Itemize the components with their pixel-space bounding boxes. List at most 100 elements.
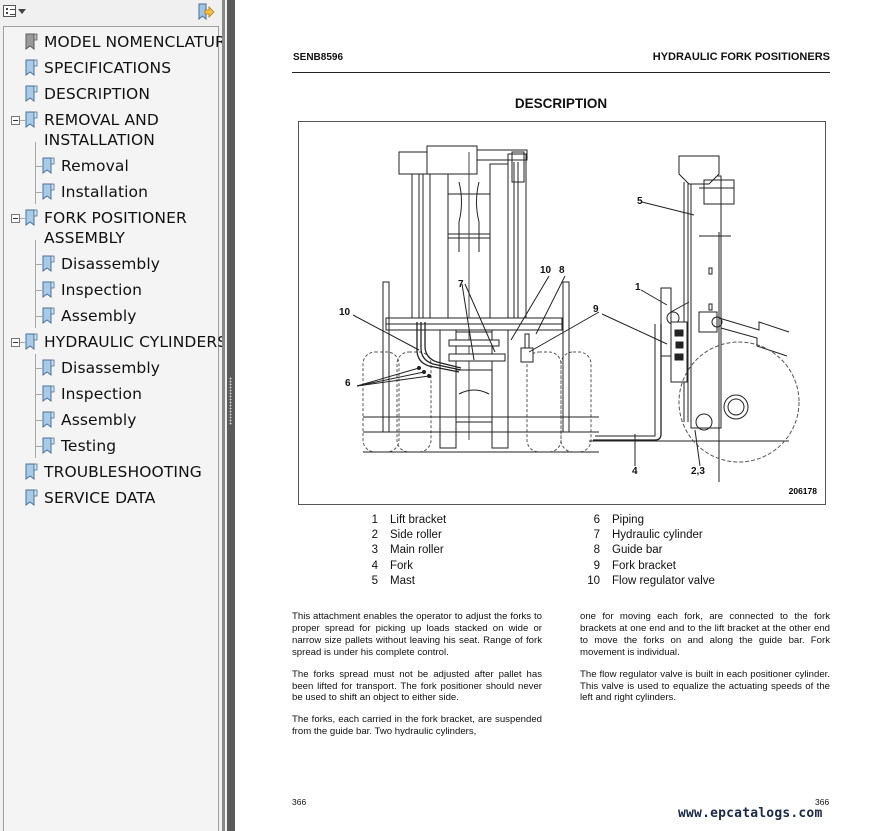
tree-connector [35,142,36,204]
callout-8: 8 [559,265,565,276]
callout-2-3: 2,3 [691,466,705,477]
document-code: SENB8596 [293,52,344,63]
body-paragraph: This attachment enables the operator to … [292,611,542,658]
bookmark-icon [24,111,38,129]
leader-6b [356,371,425,387]
leader-6a [356,367,420,387]
bookmark-icon [41,307,55,325]
legend-number: 2 [371,529,378,542]
collapse-toggle[interactable] [11,116,20,125]
panel-splitter[interactable] [222,0,235,831]
fork-carriage-right [562,281,570,433]
body-paragraph: The forks, each carried in the fork brac… [292,714,542,738]
bookmark-service-data[interactable]: SERVICE DATA [24,486,155,510]
mast-inner-right [489,163,509,325]
bookmark-label: Disassembly [61,359,161,377]
bookmark-label: ASSEMBLY [44,229,125,247]
bookmark-disassembly-child[interactable]: Disassembly [41,356,160,380]
legend-item: 7 Hydraulic cylinder [582,529,703,544]
mast-upright-right [507,153,527,325]
legend-text: Lift bracket [390,514,447,526]
fork-right [491,329,509,449]
bookmark-label: INSTALLATION [44,131,155,149]
bookmark-hydraulic-cylinders[interactable]: HYDRAULIC CYLINDERS [24,330,227,354]
legend-number: 5 [371,574,378,587]
tree-connector [35,420,42,421]
bookmark-label: Removal [61,157,129,175]
fork-left [439,329,457,449]
bookmark-options-button[interactable] [3,4,27,20]
figure-id: 206178 [788,486,817,496]
bookmark-model-nomenclature[interactable]: MODEL NOMENCLATURE [24,30,236,54]
wheel-right-inner [526,351,562,453]
legend-text: Mast [390,574,415,587]
bookmark-testing-child[interactable]: Testing [41,434,116,458]
legend-item: 9 Fork bracket [582,560,676,575]
bookmark-label: Assembly [61,307,137,325]
callout-5: 5 [637,196,643,207]
bookmark-label: MODEL NOMENCLATURE [44,33,236,51]
text-column-left: This attachment enables the operator to … [292,611,542,748]
bookmarks-tree: MODEL NOMENCLATURE SPECIFICATIONS DESCRIPT… [3,26,236,831]
callout-10-left: 10 [339,307,351,318]
callout-9-front: 9 [593,304,599,315]
page-number-left: 366 [292,797,307,807]
body-paragraph: The flow regulator valve is built in eac… [580,668,830,704]
bookmark-icon [41,255,55,273]
bookmark-description[interactable]: DESCRIPTION [24,82,150,106]
tree-connector [35,316,42,317]
bookmark-label-line2[interactable]: ASSEMBLY [44,226,125,250]
legend-item: 5 Mast [360,575,415,590]
bookmark-disassembly-child[interactable]: Disassembly [41,252,160,276]
legend-text: Flow regulator valve [612,574,715,587]
bookmark-removal-child[interactable]: Removal [41,154,129,178]
bookmark-inspection-child[interactable]: Inspection [41,382,142,406]
bookmark-inspection-child[interactable]: Inspection [41,278,142,302]
front-view [352,145,600,453]
bookmark-icon [24,489,38,507]
top-block-left [398,151,428,175]
legend-text: Main roller [390,544,444,557]
legend-item: 1 Lift bracket [360,514,447,529]
tree-connector [35,290,42,291]
expand-current-bookmark-button[interactable] [196,3,216,21]
bookmark-icon [41,281,55,299]
callout-6: 6 [345,378,351,389]
legend-item: 8 Guide bar [582,544,663,559]
options-list-icon [3,5,16,17]
bookmark-label: DESCRIPTION [44,85,151,103]
bookmark-icon [24,333,38,351]
splitter-grip[interactable] [229,377,232,425]
bookmark-icon [41,437,55,455]
bookmark-icon [24,85,38,103]
bookmark-assembly-child[interactable]: Assembly [41,408,137,432]
fork-side [593,324,662,441]
section-title: HYDRAULIC FORK POSITIONERS [652,51,830,63]
collapse-toggle[interactable] [11,214,20,223]
callout-1: 1 [635,282,641,293]
legend-number: 7 [593,529,600,542]
bookmark-troubleshooting[interactable]: TROUBLESHOOTING [24,460,202,484]
mast-inner-left [429,163,449,325]
bookmark-assembly-child[interactable]: Assembly [41,304,137,328]
legend-text: Side roller [390,529,442,542]
tree-connector [35,394,42,395]
collapse-toggle[interactable] [11,338,20,347]
watermark: www.epcatalogs.com [678,806,823,821]
legend-text: Hydraulic cylinder [612,529,703,542]
bookmark-icon [41,157,55,175]
callout-4: 4 [632,466,638,477]
bookmark-specifications[interactable]: SPECIFICATIONS [24,56,171,80]
legend-item: 10 Flow regulator valve [582,575,715,590]
wheel-right-outer [560,351,592,453]
bookmark-label-line2[interactable]: INSTALLATION [44,128,155,152]
bookmark-installation-child[interactable]: Installation [41,180,148,204]
legend-number: 6 [593,514,600,526]
body-paragraph: one for moving each fork, are connected … [580,611,830,658]
parts-legend: 1 Lift bracket 2 Side roller 3 Main roller 4 Fo… [360,514,740,594]
bookmark-label: Testing [61,437,117,455]
bookmark-label: FORK POSITIONER [44,209,187,227]
tree-connector [35,446,42,447]
panel-border [222,0,225,831]
wheel-left-outer [362,351,400,453]
